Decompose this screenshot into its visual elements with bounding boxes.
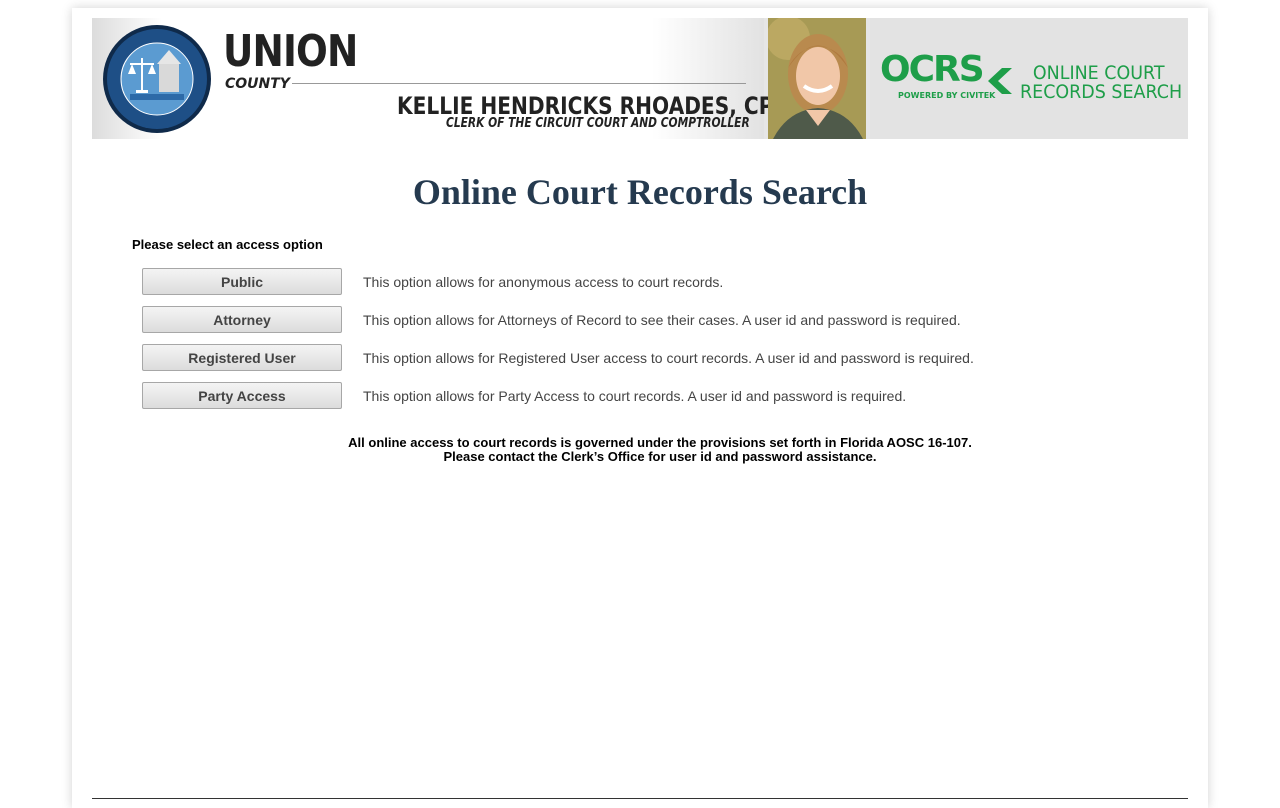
county-word: COUNTY (225, 76, 290, 92)
option-row-party-access: Party Access This option allows for Part… (142, 382, 1042, 410)
public-button[interactable]: Public (142, 268, 342, 295)
attorney-button[interactable]: Attorney (142, 306, 342, 333)
party-access-description: This option allows for Party Access to c… (363, 388, 907, 404)
select-access-label: Please select an access option (132, 237, 323, 252)
footer-divider (92, 798, 1188, 799)
option-row-registered-user: Registered User This option allows for R… (142, 344, 1042, 372)
banner-rule (292, 83, 746, 84)
access-notice: All online access to court records is go… (72, 436, 1248, 464)
page-container: UNION COUNTY KELLIE HENDRICKS RHOADES, C… (72, 8, 1208, 808)
ocrs-branding: OCRS POWERED BY CIVITEK ONLINE COURT REC… (870, 18, 1188, 139)
party-access-button[interactable]: Party Access (142, 382, 342, 409)
ocrs-tagline: ONLINE COURT RECORDS SEARCH (1020, 64, 1182, 102)
option-row-attorney: Attorney This option allows for Attorney… (142, 306, 1042, 334)
county-name: UNION (223, 26, 358, 77)
notice-line-1: All online access to court records is go… (348, 435, 972, 450)
ocrs-tagline-line2: RECORDS SEARCH (1020, 81, 1183, 103)
public-description: This option allows for anonymous access … (363, 274, 724, 290)
option-row-public: Public This option allows for anonymous … (142, 268, 1042, 296)
clerk-title: CLERK OF THE CIRCUIT COURT AND COMPTROLL… (446, 116, 750, 131)
registered-user-description: This option allows for Registered User a… (363, 350, 974, 366)
notice-line-2: Please contact the Clerk’s Office for us… (443, 449, 877, 464)
header-banner: UNION COUNTY KELLIE HENDRICKS RHOADES, C… (92, 18, 1188, 139)
clerk-banner: UNION COUNTY KELLIE HENDRICKS RHOADES, C… (92, 18, 787, 139)
clerk-portrait (768, 18, 866, 139)
ocrs-logo-text: OCRS (880, 49, 985, 90)
attorney-description: This option allows for Attorneys of Reco… (363, 312, 961, 328)
page-title: Online Court Records Search (412, 172, 868, 212)
clerk-seal-logo (103, 25, 211, 133)
ocrs-powered-by: POWERED BY CIVITEK (898, 91, 996, 100)
registered-user-button[interactable]: Registered User (142, 344, 342, 371)
